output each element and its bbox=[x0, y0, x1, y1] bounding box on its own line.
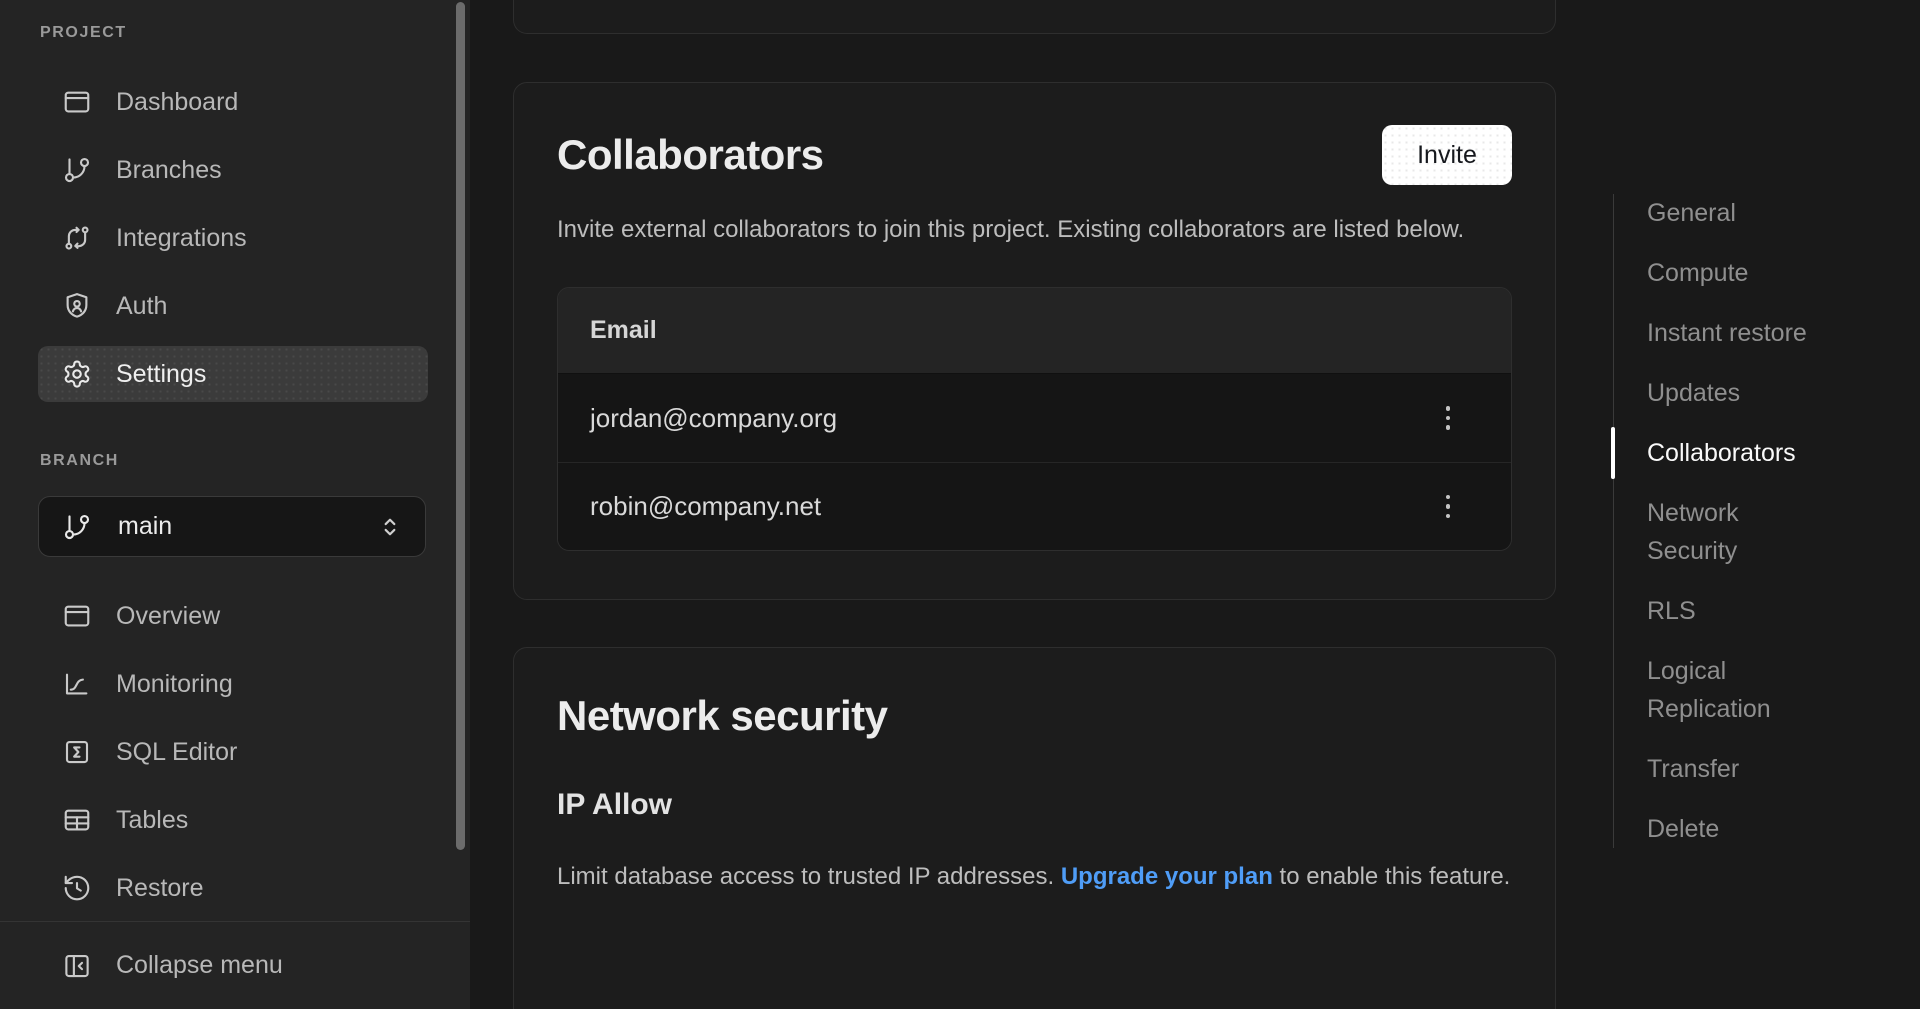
window-icon bbox=[62, 601, 92, 631]
sidebar-item-label: Monitoring bbox=[116, 670, 233, 699]
sidebar-item-label: Settings bbox=[116, 360, 206, 389]
row-menu-button[interactable] bbox=[1431, 396, 1465, 440]
table-row[interactable]: jordan@company.org bbox=[558, 374, 1511, 462]
chart-curve-icon bbox=[62, 669, 92, 699]
sidebar-item-integrations[interactable]: Integrations bbox=[0, 204, 470, 272]
sidebar-item-auth[interactable]: Auth bbox=[0, 272, 470, 340]
sidebar-item-label: Branches bbox=[116, 156, 222, 185]
sidebar-item-settings[interactable]: Settings bbox=[38, 346, 428, 402]
previous-card-bottom bbox=[513, 0, 1556, 34]
collaborators-title: Collaborators bbox=[557, 129, 824, 181]
sidebar-item-overview[interactable]: Overview bbox=[0, 582, 470, 650]
kebab-icon bbox=[1446, 406, 1451, 411]
kebab-icon bbox=[1446, 495, 1451, 500]
sidebar-item-restore[interactable]: Restore bbox=[0, 854, 470, 922]
network-security-title: Network security bbox=[557, 690, 1512, 742]
section-nav-delete[interactable]: Delete bbox=[1647, 810, 1825, 848]
sidebar-item-label: Overview bbox=[116, 602, 220, 631]
collaborators-table: Email jordan@company.org robin@company.n… bbox=[557, 287, 1512, 551]
section-nav-network-security[interactable]: Network Security bbox=[1647, 494, 1825, 570]
sidebar-scrollbar-thumb[interactable] bbox=[456, 2, 465, 850]
sidebar-item-label: Auth bbox=[116, 292, 167, 321]
sql-editor-icon bbox=[62, 737, 92, 767]
upgrade-plan-link[interactable]: Upgrade your plan bbox=[1061, 863, 1273, 890]
project-section-label: PROJECT bbox=[40, 24, 470, 42]
sidebar-item-label: Restore bbox=[116, 874, 204, 903]
shield-user-icon bbox=[62, 291, 92, 321]
sidebar: PROJECT Dashboard Branches Integrations … bbox=[0, 0, 470, 1009]
git-branch-icon bbox=[62, 512, 92, 542]
table-icon bbox=[62, 805, 92, 835]
history-icon bbox=[62, 873, 92, 903]
network-security-card: Network security IP Allow Limit database… bbox=[513, 647, 1556, 1009]
settings-section-nav: General Compute Instant restore Updates … bbox=[1613, 194, 1825, 848]
collaborator-email: jordan@company.org bbox=[590, 403, 837, 434]
sidebar-item-dashboard[interactable]: Dashboard bbox=[0, 68, 470, 136]
section-nav-rls[interactable]: RLS bbox=[1647, 592, 1825, 630]
collapse-panel-icon bbox=[62, 951, 92, 981]
integrations-icon bbox=[62, 223, 92, 253]
ip-allow-heading: IP Allow bbox=[557, 788, 1512, 822]
collapse-menu-label: Collapse menu bbox=[116, 951, 283, 980]
branch-selector-value: main bbox=[118, 512, 172, 541]
table-header-email: Email bbox=[558, 288, 1511, 374]
branch-nav: Overview Monitoring SQL Editor Tables Re… bbox=[0, 582, 470, 922]
collaborator-email: robin@company.net bbox=[590, 491, 821, 522]
collapse-menu-button[interactable]: Collapse menu bbox=[0, 921, 470, 1009]
section-nav-instant-restore[interactable]: Instant restore bbox=[1647, 314, 1825, 352]
table-row[interactable]: robin@company.net bbox=[558, 462, 1511, 550]
sidebar-item-monitoring[interactable]: Monitoring bbox=[0, 650, 470, 718]
section-nav-general[interactable]: General bbox=[1647, 194, 1825, 232]
section-nav-collaborators[interactable]: Collaborators bbox=[1647, 434, 1825, 472]
sidebar-item-tables[interactable]: Tables bbox=[0, 786, 470, 854]
collaborators-description: Invite external collaborators to join th… bbox=[557, 211, 1489, 249]
sidebar-item-label: Tables bbox=[116, 806, 188, 835]
collaborators-card: Collaborators Invite Invite external col… bbox=[513, 82, 1556, 600]
sidebar-item-sql-editor[interactable]: SQL Editor bbox=[0, 718, 470, 786]
sidebar-item-label: Dashboard bbox=[116, 88, 238, 117]
sidebar-item-label: Integrations bbox=[116, 224, 247, 253]
sidebar-item-label: SQL Editor bbox=[116, 738, 237, 767]
window-icon bbox=[62, 87, 92, 117]
row-menu-button[interactable] bbox=[1431, 485, 1465, 529]
git-branch-icon bbox=[62, 155, 92, 185]
section-nav-transfer[interactable]: Transfer bbox=[1647, 750, 1825, 788]
project-nav: Dashboard Branches Integrations Auth bbox=[0, 68, 470, 408]
branch-selector[interactable]: main bbox=[38, 496, 426, 557]
section-nav-compute[interactable]: Compute bbox=[1647, 254, 1825, 292]
invite-button[interactable]: Invite bbox=[1382, 125, 1512, 185]
main-content: Collaborators Invite Invite external col… bbox=[513, 0, 1556, 1009]
sidebar-item-settings-row: Settings bbox=[0, 340, 470, 408]
unfold-chevron-icon bbox=[377, 514, 403, 540]
sidebar-item-branches[interactable]: Branches bbox=[0, 136, 470, 204]
section-nav-updates[interactable]: Updates bbox=[1647, 374, 1825, 412]
ip-allow-description: Limit database access to trusted IP addr… bbox=[557, 858, 1512, 896]
branch-section-label: BRANCH bbox=[40, 452, 470, 470]
section-nav-logical-replication[interactable]: Logical Replication bbox=[1647, 652, 1825, 728]
gear-icon bbox=[62, 359, 92, 389]
